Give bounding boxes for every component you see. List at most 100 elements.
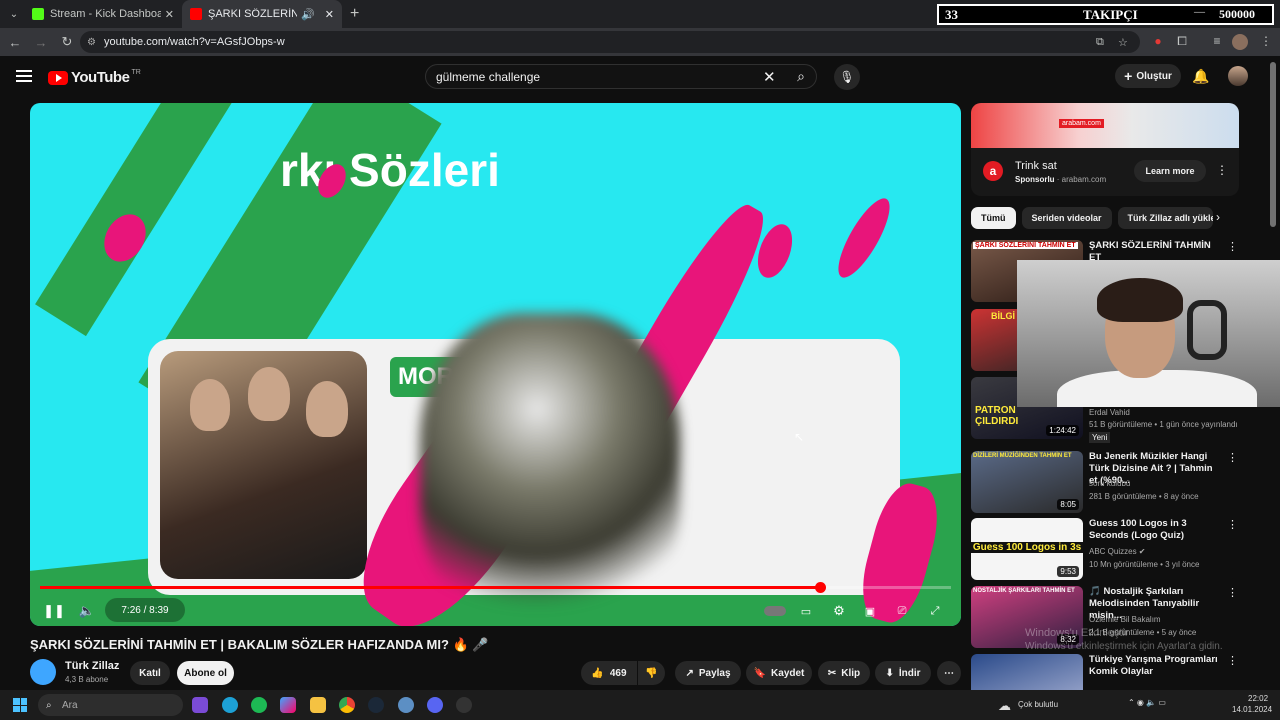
discord-icon[interactable]: [427, 697, 443, 713]
more-icon[interactable]: ⋮: [1227, 451, 1238, 464]
speaker-icon[interactable]: 🔊: [301, 8, 315, 21]
more-icon[interactable]: ⋮: [1227, 240, 1238, 253]
more-icon[interactable]: ⋮: [1227, 586, 1238, 599]
follower-goal: 500000: [1219, 7, 1255, 21]
channel-name[interactable]: Türk Zillaz: [65, 660, 119, 672]
chip-channel[interactable]: Türk Zillaz adlı yükle: [1117, 207, 1213, 229]
clip-button[interactable]: ✂ Klip: [818, 661, 870, 685]
create-button[interactable]: + Oluştur: [1115, 64, 1181, 88]
weather-icon[interactable]: ☁: [998, 698, 1011, 714]
bookmark-star-icon[interactable]: ☆: [1118, 36, 1128, 49]
progress-scrubber[interactable]: [814, 582, 826, 593]
bookmark-icon: 🔖: [753, 667, 767, 679]
list-item[interactable]: DİZİLERİ MÜZİĞİNDEN TAHMİN ET 8:05 Bu Je…: [971, 451, 1241, 513]
obs-icon[interactable]: [456, 697, 472, 713]
join-button[interactable]: Katıl: [130, 661, 170, 685]
follower-count: 33: [945, 6, 958, 22]
tab-youtube[interactable]: ŞARKI SÖZLERİNİ TAHMİN 🔊 ✕: [182, 0, 342, 28]
extensions-icon[interactable]: ⧠: [1174, 34, 1190, 50]
chrome-icon[interactable]: [339, 697, 355, 713]
list-item[interactable]: Guess 100 Logos in 3s 9:53 Guess 100 Log…: [971, 518, 1241, 580]
pause-icon[interactable]: ❚❚: [42, 599, 66, 623]
tab-search-icon[interactable]: ⌄: [4, 4, 24, 24]
settings-icon[interactable]: ⚙: [829, 599, 849, 623]
youtube-logo[interactable]: YouTube TR: [48, 69, 141, 86]
video-thumbnail: [971, 654, 1083, 690]
more-actions-icon[interactable]: ⋯: [937, 661, 961, 685]
search-input[interactable]: gülmeme challenge ✕ ⌕: [425, 64, 817, 89]
close-tab-icon[interactable]: ✕: [325, 8, 334, 21]
url-field[interactable]: ⚙ youtube.com/watch?v=AGsfJObps-w ⧉ ☆: [80, 31, 1140, 53]
cast-icon[interactable]: ⎚: [892, 599, 912, 623]
download-button[interactable]: ⬇ İndir: [875, 661, 931, 685]
subscribe-button[interactable]: Abone ol: [177, 661, 234, 685]
more-icon[interactable]: ⋮: [1227, 654, 1238, 667]
more-icon[interactable]: ⋮: [1227, 518, 1238, 531]
new-tab-icon[interactable]: +: [350, 5, 359, 23]
ad-sponsor-line: Sponsorlu · arabam.com: [1015, 175, 1107, 184]
windows-taskbar: ⌕ Ara ☁ Çok bulutlu ⌃ ◉ 🔈 ▭ 22:02 14.01.…: [0, 690, 1280, 720]
menu-icon[interactable]: [16, 70, 32, 82]
extension-red-icon[interactable]: ●: [1150, 34, 1166, 50]
notifications-icon[interactable]: 🔔: [1192, 68, 1209, 85]
app-icon[interactable]: [398, 697, 414, 713]
browser-menu-icon[interactable]: ⋮: [1258, 34, 1274, 50]
download-icon: ⬇: [885, 667, 894, 679]
list-item[interactable]: Türkiye Yarışma Programları Komik Olayla…: [971, 654, 1241, 690]
channel-avatar[interactable]: [30, 659, 56, 685]
windows-start-icon[interactable]: [13, 698, 27, 712]
headphones-icon: [1187, 300, 1227, 360]
profile-icon[interactable]: [1232, 34, 1248, 50]
blurred-face: [420, 313, 680, 626]
microphone-icon[interactable]: 🎙: [834, 64, 860, 90]
forward-icon[interactable]: →: [30, 35, 52, 50]
fullscreen-icon[interactable]: ⤢: [925, 599, 945, 623]
avatar[interactable]: [1228, 66, 1248, 86]
save-button[interactable]: 🔖 Kaydet: [746, 661, 812, 685]
follower-label: TAKIPÇI: [1083, 6, 1138, 22]
clear-search-icon[interactable]: ✕: [763, 68, 776, 86]
subtitles-icon[interactable]: ▭: [796, 599, 816, 623]
tab-kick-dashboard[interactable]: Stream - Kick Dashboard ✕: [24, 0, 182, 28]
back-icon[interactable]: ←: [4, 35, 26, 50]
like-button[interactable]: 👍 469: [581, 661, 637, 685]
install-icon[interactable]: ⧉: [1096, 36, 1104, 49]
app-icon[interactable]: [192, 697, 208, 713]
spotify-icon[interactable]: [251, 697, 267, 713]
copilot-icon[interactable]: [280, 697, 296, 713]
search-icon[interactable]: ⌕: [785, 65, 817, 88]
ad-title: Trink sat: [1015, 160, 1057, 172]
progress-bar[interactable]: [40, 582, 951, 593]
video-band-photo: [160, 351, 367, 579]
edge-icon[interactable]: [222, 697, 238, 713]
video-player[interactable]: rkı Sözleri MOR VE ❚❚ 🔈 7:26 / 8:39 ▭ ⚙ …: [30, 103, 961, 626]
media-control-icon[interactable]: ≡: [1209, 34, 1225, 50]
scissors-icon: ✂: [827, 667, 837, 679]
steam-icon[interactable]: [368, 697, 384, 713]
scrollbar[interactable]: [1270, 62, 1276, 227]
youtube-icon: [190, 8, 202, 20]
miniplayer-icon[interactable]: ▣: [860, 599, 880, 623]
close-tab-icon[interactable]: ✕: [165, 8, 174, 21]
chip-all[interactable]: Tümü: [971, 207, 1016, 229]
chip-series[interactable]: Seriden videolar: [1021, 207, 1112, 229]
video-title: ŞARKI SÖZLERİNİ TAHMİN ET | BAKALIM SÖZL…: [30, 637, 489, 652]
reload-icon[interactable]: ↻: [56, 34, 78, 50]
time-display: 7:26 / 8:39: [105, 598, 185, 622]
file-explorer-icon[interactable]: [310, 697, 326, 713]
sponsored-ad[interactable]: arabam.com a Trink sat Sponsorlu · araba…: [971, 103, 1239, 196]
mouse-cursor-icon: ↖: [794, 430, 805, 444]
site-info-icon[interactable]: ⚙: [87, 37, 96, 48]
dislike-button[interactable]: 👎: [638, 661, 665, 685]
learn-more-button[interactable]: Learn more: [1134, 160, 1206, 182]
ad-menu-icon[interactable]: ⋮: [1216, 163, 1228, 177]
chevron-right-icon[interactable]: ›: [1216, 210, 1220, 224]
tray-icons[interactable]: ⌃ ◉ 🔈 ▭: [1128, 698, 1166, 707]
search-icon: ⌕: [46, 699, 52, 711]
youtube-play-icon: [48, 70, 68, 85]
subscriber-count: 4,3 B abone: [65, 675, 109, 684]
taskbar-search[interactable]: ⌕ Ara: [38, 694, 183, 716]
autoplay-toggle[interactable]: [762, 599, 788, 623]
volume-icon[interactable]: 🔈: [75, 599, 99, 623]
share-button[interactable]: ↗ Paylaş: [675, 661, 741, 685]
